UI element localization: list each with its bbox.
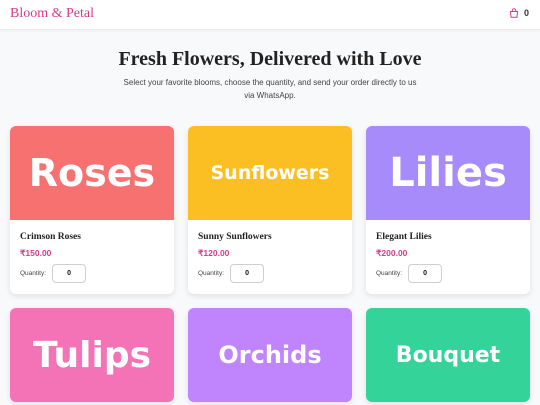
quantity-input-roses[interactable] xyxy=(52,264,87,283)
product-image-label: Lilies xyxy=(389,150,507,196)
cart-count: 0 xyxy=(523,8,529,18)
page-subtitle: Select your favorite blooms, choose the … xyxy=(123,78,417,100)
product-name: Crimson Roses xyxy=(20,232,81,242)
page-title: Fresh Flowers, Delivered with Love xyxy=(118,48,422,70)
product-price: ₹200.00 xyxy=(376,248,408,258)
product-image-label: Roses xyxy=(28,151,156,195)
product-image-label: Orchids xyxy=(218,341,322,369)
product-image-roses: Roses xyxy=(10,126,174,220)
quantity-label: Quantity: xyxy=(198,270,225,277)
quantity-row: Quantity: xyxy=(376,264,443,283)
product-card-lilies: Lilies Elegant Lilies ₹200.00 Quantity: xyxy=(366,126,530,294)
product-image-orchids: Orchids xyxy=(188,308,352,402)
quantity-row: Quantity: xyxy=(198,264,265,283)
product-image-tulips: Tulips xyxy=(10,308,174,402)
product-card-body: Sunny Sunflowers ₹120.00 Quantity: xyxy=(188,220,352,294)
quantity-row: Quantity: xyxy=(20,264,87,283)
product-image-label: Sunflowers xyxy=(210,162,330,184)
product-price: ₹150.00 xyxy=(20,248,52,258)
top-navbar: Bloom & Petal 0 xyxy=(0,0,540,30)
product-card-sunflowers: Sunflowers Sunny Sunflowers ₹120.00 Quan… xyxy=(188,126,352,294)
brand-logo[interactable]: Bloom & Petal xyxy=(10,6,94,22)
quantity-label: Quantity: xyxy=(376,270,403,277)
product-card-bouquet: Bouquet xyxy=(366,308,530,402)
quantity-label: Quantity: xyxy=(20,270,47,277)
product-name: Elegant Lilies xyxy=(376,232,432,242)
product-card-body: Crimson Roses ₹150.00 Quantity: xyxy=(10,220,174,294)
product-card-tulips: Tulips xyxy=(10,308,174,402)
product-card-body: Elegant Lilies ₹200.00 Quantity: xyxy=(366,220,530,294)
product-image-label: Tulips xyxy=(32,334,152,376)
product-image-sunflowers: Sunflowers xyxy=(188,126,352,220)
product-image-label: Bouquet xyxy=(395,342,501,368)
quantity-input-lilies[interactable] xyxy=(408,264,443,283)
product-name: Sunny Sunflowers xyxy=(198,232,272,242)
quantity-input-sunflowers[interactable] xyxy=(230,264,265,283)
product-image-lilies: Lilies xyxy=(366,126,530,220)
product-price: ₹120.00 xyxy=(198,248,230,258)
product-card-roses: Roses Crimson Roses ₹150.00 Quantity: xyxy=(10,126,174,294)
shopping-bag-icon xyxy=(509,8,519,18)
product-card-orchids: Orchids xyxy=(188,308,352,402)
cart-button[interactable]: 0 xyxy=(509,8,529,18)
product-image-bouquet: Bouquet xyxy=(366,308,530,402)
